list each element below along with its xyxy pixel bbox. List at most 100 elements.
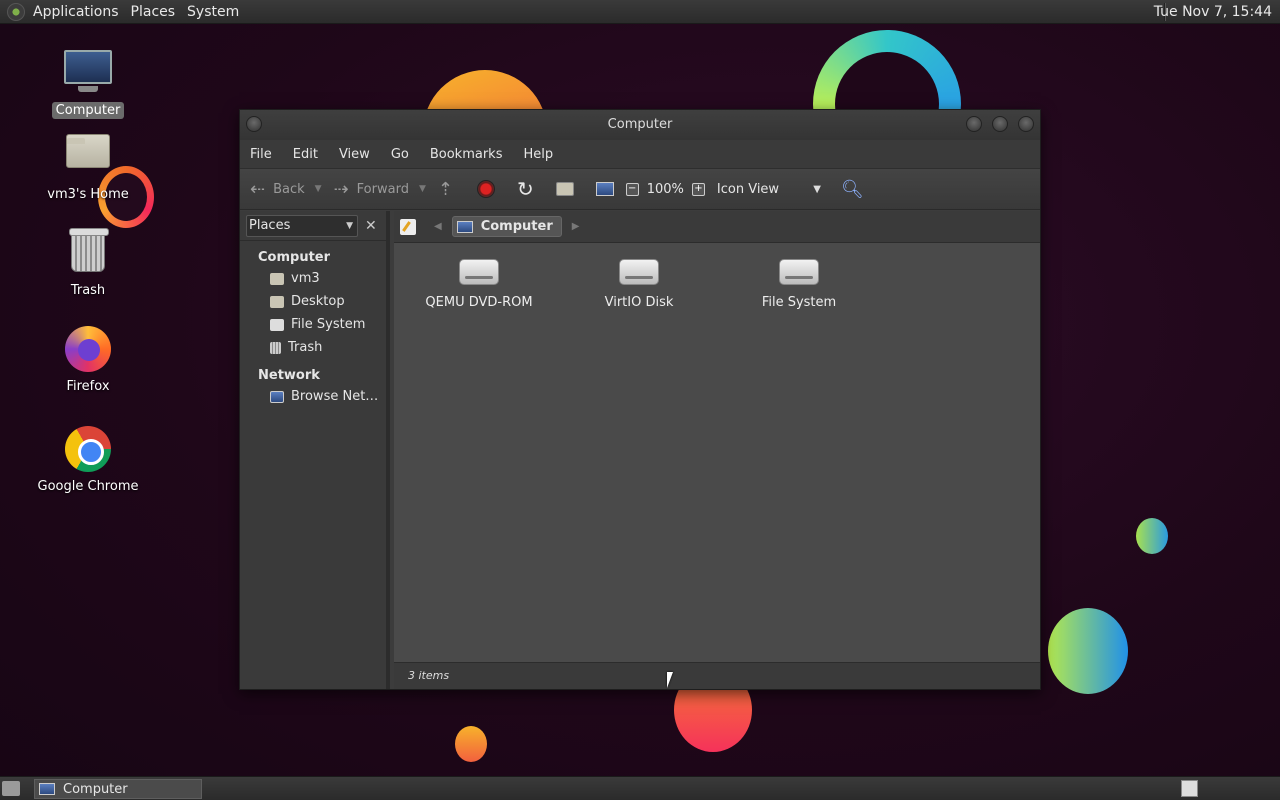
decor-small-orange-blob: [455, 726, 487, 762]
sidebar-item-label: File System: [291, 317, 366, 332]
zoom-out-icon: −: [625, 182, 639, 196]
computer-icon: [64, 50, 112, 98]
path-crumb-label: Computer: [480, 219, 553, 234]
decor-green-blob: [1048, 608, 1128, 694]
sidebar-item-file-system[interactable]: File System: [240, 313, 386, 336]
menu-edit[interactable]: Edit: [293, 147, 318, 162]
menu-system[interactable]: System: [187, 4, 247, 20]
window-titlebar[interactable]: Computer: [240, 110, 1040, 140]
desktop-icon-trash[interactable]: Trash: [28, 226, 148, 299]
file-item-qemu-dvd-rom[interactable]: QEMU DVD-ROM: [404, 243, 554, 310]
computer-button[interactable]: [595, 182, 614, 196]
distro-logo-icon[interactable]: [7, 2, 25, 21]
sidebar-item-vm3[interactable]: vm3: [240, 267, 386, 290]
menu-places[interactable]: Places: [131, 4, 184, 20]
close-button[interactable]: [1018, 116, 1034, 132]
drive-icon: [270, 318, 284, 331]
maximize-button[interactable]: [992, 116, 1008, 132]
workspace-switcher[interactable]: [1181, 780, 1198, 797]
computer-icon: [456, 220, 473, 233]
file-manager-window: Computer File Edit View Go Bookmarks Hel…: [239, 109, 1041, 690]
stop-button[interactable]: [476, 180, 495, 198]
optical-drive-icon: [459, 259, 499, 285]
forward-label: Forward: [356, 181, 409, 197]
path-left-arrow-icon[interactable]: ◀: [434, 221, 442, 232]
desktop-icon-firefox[interactable]: Firefox: [28, 326, 148, 395]
sidebar-type-select[interactable]: Places: [246, 214, 358, 237]
zoom-level[interactable]: 100%: [647, 182, 684, 197]
back-history-dropdown[interactable]: ▼: [315, 184, 322, 194]
firefox-icon: [64, 326, 112, 374]
minimize-button[interactable]: [966, 116, 982, 132]
menu-view[interactable]: View: [339, 147, 370, 162]
sidebar-header: Places ✕: [240, 211, 386, 241]
desktop-icon-chrome[interactable]: Google Chrome: [28, 426, 148, 495]
sidebar-item-trash[interactable]: Trash: [240, 336, 386, 359]
up-button[interactable]: ⇡: [438, 179, 465, 200]
decor-small-green-blob: [1136, 518, 1168, 554]
stop-icon: [476, 180, 495, 198]
path-crumb-computer[interactable]: Computer: [451, 216, 562, 237]
path-right-arrow-icon[interactable]: ▶: [572, 221, 580, 232]
trash-icon: [270, 341, 281, 354]
menubar: File Edit View Go Bookmarks Help: [240, 140, 1040, 168]
file-item-file-system[interactable]: File System: [724, 243, 874, 310]
forward-button[interactable]: ⇢ Forward ▼: [334, 179, 426, 200]
view-mode-select[interactable]: Icon View ▼: [717, 182, 821, 197]
sidebar-item-label: Desktop: [291, 294, 345, 309]
sidebar: Places ✕ Computer vm3 Desktop File Syste…: [240, 211, 390, 689]
back-button[interactable]: ⇠ Back ▼: [250, 179, 322, 200]
menu-bookmarks[interactable]: Bookmarks: [430, 147, 503, 162]
zoom-in-button[interactable]: +: [691, 182, 705, 196]
status-bar: 3 items: [394, 662, 1040, 689]
view-mode-label: Icon View: [716, 181, 780, 197]
menu-go[interactable]: Go: [391, 147, 409, 162]
forward-history-dropdown[interactable]: ▼: [419, 184, 426, 194]
menu-file[interactable]: File: [250, 147, 272, 162]
computer-icon: [39, 783, 55, 795]
file-item-label: VirtIO Disk: [604, 295, 674, 310]
home-folder-icon: [270, 272, 284, 285]
sidebar-group-computer: Computer: [258, 250, 331, 265]
chrome-icon: [64, 426, 112, 474]
sidebar-item-browse-network[interactable]: Browse Net…: [240, 385, 386, 408]
search-button[interactable]: 🔍︎: [841, 179, 864, 200]
reload-icon: ↻: [516, 177, 534, 201]
desktop-icon-home[interactable]: vm3's Home: [28, 126, 148, 203]
close-sidebar-icon[interactable]: ✕: [365, 218, 377, 234]
trash-icon: [64, 228, 112, 278]
sidebar-item-label: Trash: [288, 340, 323, 355]
desktop-icon-label: Trash: [70, 283, 106, 298]
desktop-icon-label: Firefox: [66, 379, 110, 394]
window-title: Computer: [607, 117, 673, 132]
clock[interactable]: Tue Nov 7, 15:44: [1154, 4, 1272, 20]
sidebar-group-network: Network: [258, 368, 320, 383]
desktop-icon-computer[interactable]: Computer: [28, 46, 148, 119]
file-grid: QEMU DVD-ROM VirtIO Disk File System: [394, 243, 1040, 662]
top-panel: Applications Places System Tue Nov 7, 15…: [0, 0, 1280, 24]
file-item-label: QEMU DVD-ROM: [425, 295, 533, 310]
toolbar: ⇠ Back ▼ ⇢ Forward ▼ ⇡ ↻ − 100% + Icon V…: [240, 168, 1040, 210]
zoom-out-button[interactable]: −: [625, 182, 639, 196]
desktop-icon-label: Computer: [51, 102, 125, 119]
edit-location-icon[interactable]: [400, 218, 416, 235]
file-item-virtio-disk[interactable]: VirtIO Disk: [564, 243, 714, 310]
show-desktop-icon[interactable]: [2, 781, 20, 796]
forward-arrow-icon: ⇢: [333, 178, 349, 200]
desktop-icon-label: vm3's Home: [47, 187, 129, 202]
taskbar-item-label: Computer: [63, 781, 128, 797]
window-menu-button[interactable]: [246, 116, 262, 132]
sidebar-item-label: vm3: [291, 271, 320, 286]
sidebar-item-label: Browse Net…: [291, 389, 379, 404]
home-folder-icon: [64, 134, 112, 182]
desktop-icon-label: Google Chrome: [37, 479, 139, 494]
sidebar-item-desktop[interactable]: Desktop: [240, 290, 386, 313]
file-item-label: File System: [761, 295, 837, 310]
reload-button[interactable]: ↻: [517, 177, 534, 201]
taskbar-item-computer[interactable]: Computer: [34, 779, 202, 799]
mouse-cursor-icon: [667, 672, 673, 688]
home-button[interactable]: [555, 182, 574, 196]
menu-applications[interactable]: Applications: [33, 4, 127, 20]
chevron-down-icon: ▼: [813, 183, 821, 195]
menu-help[interactable]: Help: [523, 147, 553, 162]
